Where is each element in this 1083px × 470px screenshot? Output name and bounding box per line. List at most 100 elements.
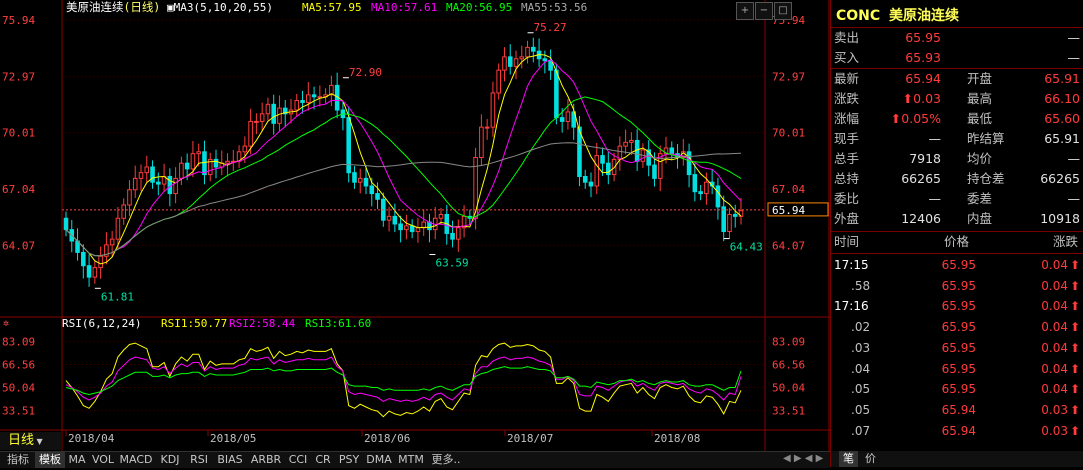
- candle[interactable]: [559, 117, 565, 122]
- candle[interactable]: [167, 175, 173, 195]
- indicator-tab[interactable]: MTM: [395, 452, 427, 468]
- candle[interactable]: [588, 181, 594, 187]
- tab-trades[interactable]: 笔: [839, 451, 858, 467]
- candle[interactable]: [398, 223, 403, 231]
- indicator-tab[interactable]: 更多..: [428, 452, 464, 468]
- candle[interactable]: [392, 215, 398, 225]
- indicator-tab[interactable]: DMA: [364, 452, 394, 468]
- candle[interactable]: [190, 153, 196, 170]
- indicator-tab[interactable]: CR: [312, 452, 334, 468]
- candle[interactable]: [415, 227, 421, 233]
- candle[interactable]: [456, 227, 461, 240]
- candle[interactable]: [715, 185, 721, 208]
- indicator-tab[interactable]: BIAS: [213, 452, 247, 468]
- candle[interactable]: [582, 175, 588, 183]
- candle[interactable]: [144, 166, 150, 174]
- candle[interactable]: [450, 232, 455, 240]
- candle[interactable]: [132, 177, 138, 191]
- period-button[interactable]: 日线 ▼: [0, 432, 62, 450]
- indicator-tab[interactable]: VOL: [89, 452, 117, 468]
- candle[interactable]: [121, 204, 126, 219]
- candle[interactable]: [363, 177, 369, 187]
- candle[interactable]: [254, 120, 259, 123]
- indicator-tab[interactable]: CCI: [285, 452, 311, 468]
- kline-chart-area[interactable]: 美原油连续(日线) ▣MA3(5,10,20,55) MA5:57.95 MA1…: [0, 0, 830, 467]
- candle[interactable]: [294, 100, 300, 111]
- candle[interactable]: [184, 162, 190, 170]
- candle[interactable]: [127, 189, 132, 206]
- candle[interactable]: [704, 181, 709, 195]
- candle[interactable]: [179, 162, 184, 179]
- candle[interactable]: [438, 213, 444, 219]
- candle[interactable]: [259, 113, 265, 122]
- candle[interactable]: [525, 46, 530, 58]
- candle[interactable]: [242, 145, 248, 153]
- candle[interactable]: [490, 92, 496, 128]
- indicator-tab[interactable]: RSI: [186, 452, 212, 468]
- candle[interactable]: [479, 126, 484, 158]
- indicator-tab[interactable]: KDJ: [155, 452, 185, 468]
- indicator-tab[interactable]: MACD: [118, 452, 154, 468]
- window-icon[interactable]: □: [774, 2, 792, 20]
- candle[interactable]: [507, 56, 513, 67]
- candle[interactable]: [109, 238, 115, 246]
- candle[interactable]: [727, 213, 732, 233]
- settings-dot-icon[interactable]: ✲: [3, 318, 9, 329]
- candle[interactable]: [652, 164, 657, 179]
- candle[interactable]: [386, 215, 392, 221]
- candle[interactable]: [92, 267, 98, 278]
- candle[interactable]: [271, 103, 276, 124]
- candle[interactable]: [156, 181, 161, 185]
- indicator-tab[interactable]: PSY: [335, 452, 363, 468]
- candle[interactable]: [542, 58, 548, 62]
- candle[interactable]: [629, 139, 634, 143]
- candle[interactable]: [421, 221, 426, 229]
- candle[interactable]: [300, 100, 305, 103]
- candle[interactable]: [138, 172, 144, 179]
- candle[interactable]: [502, 56, 507, 71]
- tab-scroll-arrows[interactable]: ◀ ▶ ◀ ▶: [783, 453, 828, 466]
- candle[interactable]: [248, 120, 253, 147]
- candle[interactable]: [732, 213, 738, 217]
- candle[interactable]: [409, 225, 415, 233]
- zoom-in-icon[interactable]: +: [736, 2, 754, 20]
- candle[interactable]: [375, 193, 380, 200]
- candle[interactable]: [692, 174, 698, 193]
- indicator-tab[interactable]: ARBR: [248, 452, 284, 468]
- candle[interactable]: [196, 151, 201, 155]
- candle[interactable]: [565, 111, 571, 122]
- candle[interactable]: [404, 225, 409, 231]
- candle[interactable]: [594, 155, 600, 187]
- chart-canvas[interactable]: 美原油连续(日线) ▣MA3(5,10,20,55) MA5:57.95 MA1…: [0, 0, 830, 467]
- indicator-tab[interactable]: MA: [66, 452, 88, 468]
- candle[interactable]: [225, 160, 230, 164]
- candle[interactable]: [669, 147, 675, 155]
- indicator-tab[interactable]: 指标: [2, 452, 34, 468]
- candle[interactable]: [531, 46, 536, 52]
- indicator-tab[interactable]: 模板: [35, 452, 65, 468]
- candle[interactable]: [357, 177, 363, 183]
- candle[interactable]: [173, 177, 178, 195]
- candle[interactable]: [98, 255, 103, 269]
- candle[interactable]: [554, 69, 559, 119]
- candle[interactable]: [81, 251, 86, 267]
- candle[interactable]: [202, 151, 207, 176]
- candle[interactable]: [623, 141, 628, 147]
- candle[interactable]: [150, 166, 155, 183]
- candle[interactable]: [513, 58, 519, 67]
- candle[interactable]: [369, 185, 375, 195]
- candle[interactable]: [306, 94, 311, 103]
- candle[interactable]: [265, 103, 271, 115]
- candle[interactable]: [721, 206, 726, 233]
- candle[interactable]: [311, 94, 317, 98]
- candle[interactable]: [115, 217, 121, 240]
- candle[interactable]: [698, 191, 703, 195]
- candle[interactable]: [600, 155, 605, 164]
- candle[interactable]: [519, 56, 525, 60]
- candle[interactable]: [277, 107, 282, 124]
- candle[interactable]: [496, 69, 501, 94]
- candle[interactable]: [484, 126, 490, 129]
- tab-prices[interactable]: 价: [865, 451, 876, 467]
- candle[interactable]: [548, 60, 553, 71]
- candle[interactable]: [352, 172, 357, 183]
